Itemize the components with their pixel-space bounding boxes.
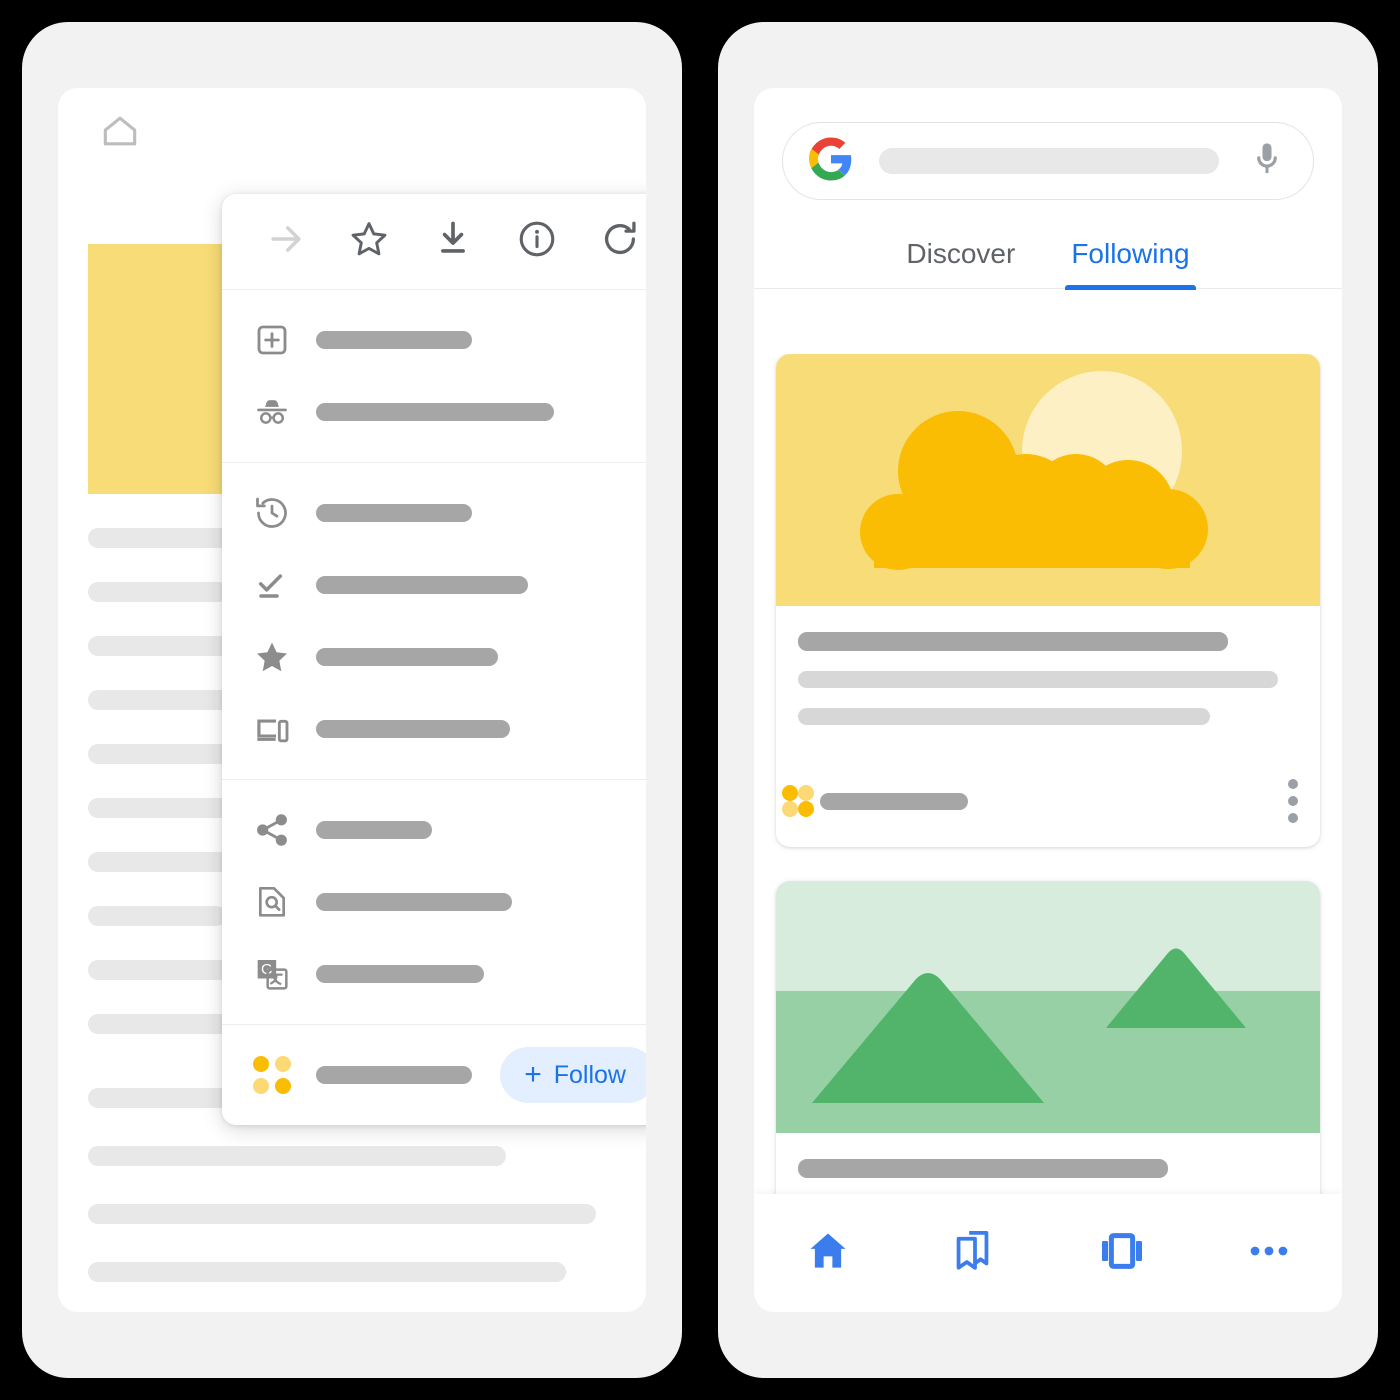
card-snippet-bar — [798, 671, 1278, 688]
page-text-line — [88, 582, 228, 602]
menu-item-label-bar — [316, 331, 472, 349]
new-tab-icon — [250, 320, 294, 360]
card-text-block — [776, 606, 1320, 765]
card-title-bar — [798, 1159, 1168, 1178]
menu-item-recent-tabs[interactable] — [222, 693, 646, 765]
page-text-line — [88, 528, 243, 548]
share-icon — [250, 810, 294, 850]
kebab-menu-icon[interactable] — [1288, 779, 1298, 823]
right-phone-screen: Discover Following — [754, 88, 1342, 1312]
card-source-bar — [820, 792, 968, 810]
menu-item-downloads[interactable] — [222, 549, 646, 621]
menu-item-label-bar — [316, 965, 484, 983]
page-text-line — [88, 1204, 596, 1224]
menu-item-label-bar — [316, 821, 432, 839]
home-icon[interactable] — [98, 109, 142, 158]
mountain-landscape-illustration — [776, 881, 1320, 1133]
follow-button[interactable]: + Follow — [500, 1047, 646, 1103]
right-phone-frame: Discover Following — [718, 22, 1378, 1378]
bottom-navigation-bar — [754, 1194, 1342, 1312]
left-phone-frame: G + Follow — [22, 22, 682, 1378]
menu-item-label-bar — [316, 403, 554, 421]
info-circle-icon[interactable] — [515, 217, 559, 266]
microphone-icon[interactable] — [1247, 139, 1287, 184]
tab-discover[interactable]: Discover — [906, 238, 1015, 288]
page-text-line — [88, 1014, 230, 1034]
menu-item-label-bar — [316, 576, 528, 594]
discover-tabs: Discover Following — [754, 238, 1342, 290]
menu-item-label-bar — [316, 648, 498, 666]
menu-top-actions — [222, 194, 646, 290]
google-g-icon — [809, 136, 853, 186]
menu-item-new-incognito-tab[interactable] — [222, 376, 646, 448]
menu-item-label-bar — [316, 893, 512, 911]
menu-item-new-tab[interactable] — [222, 304, 646, 376]
source-dots-icon — [250, 1056, 294, 1094]
search-bar[interactable] — [782, 122, 1314, 200]
page-text-line — [88, 906, 226, 926]
menu-item-label-bar — [316, 720, 510, 738]
menu-item-label-bar — [316, 504, 472, 522]
nav-saved[interactable] — [950, 1226, 1000, 1281]
menu-item-follow-site[interactable]: + Follow — [222, 1039, 646, 1111]
incognito-icon — [250, 392, 294, 432]
forward-arrow-icon[interactable] — [264, 217, 308, 266]
card-footer — [776, 765, 1320, 847]
downloads-icon — [250, 565, 294, 605]
menu-group-tabs — [222, 290, 646, 463]
nav-more[interactable] — [1244, 1226, 1294, 1281]
nav-collections[interactable] — [1097, 1226, 1147, 1281]
plus-icon: + — [524, 1058, 542, 1091]
chrome-overflow-menu: G + Follow — [222, 194, 646, 1125]
nav-home[interactable] — [803, 1226, 853, 1281]
history-icon — [250, 493, 294, 533]
discover-header: Discover Following — [754, 88, 1342, 290]
download-icon[interactable] — [431, 217, 475, 266]
discover-feed[interactable] — [754, 354, 1342, 1312]
menu-group-page-actions: G — [222, 780, 646, 1025]
star-outline-icon[interactable] — [347, 217, 391, 266]
page-text-line — [88, 690, 238, 710]
page-text-line — [88, 1146, 506, 1166]
browser-toolbar — [58, 88, 646, 178]
feed-card-weather[interactable] — [776, 354, 1320, 847]
menu-item-label-bar — [316, 1066, 472, 1084]
tab-following[interactable]: Following — [1065, 238, 1196, 290]
card-snippet-bar — [798, 708, 1210, 725]
menu-item-share[interactable] — [222, 794, 646, 866]
page-text-line — [88, 1262, 566, 1282]
search-input[interactable] — [879, 148, 1219, 174]
recent-tabs-icon — [250, 709, 294, 749]
menu-item-translate[interactable]: G — [222, 938, 646, 1010]
translate-icon: G — [250, 954, 294, 994]
page-text-line — [88, 798, 236, 818]
bookmarks-star-icon — [250, 637, 294, 677]
reload-icon[interactable] — [598, 217, 642, 266]
menu-group-follow: + Follow — [222, 1025, 646, 1125]
sun-behind-cloud-illustration — [776, 354, 1320, 606]
menu-item-history[interactable] — [222, 477, 646, 549]
card-title-bar — [798, 632, 1228, 651]
page-text-line — [88, 960, 240, 980]
menu-item-find-in-page[interactable] — [222, 866, 646, 938]
follow-button-label: Follow — [553, 1060, 626, 1089]
menu-item-bookmarks[interactable] — [222, 621, 646, 693]
left-phone-screen: G + Follow — [58, 88, 646, 1312]
menu-group-library — [222, 463, 646, 780]
find-in-page-icon — [250, 882, 294, 922]
